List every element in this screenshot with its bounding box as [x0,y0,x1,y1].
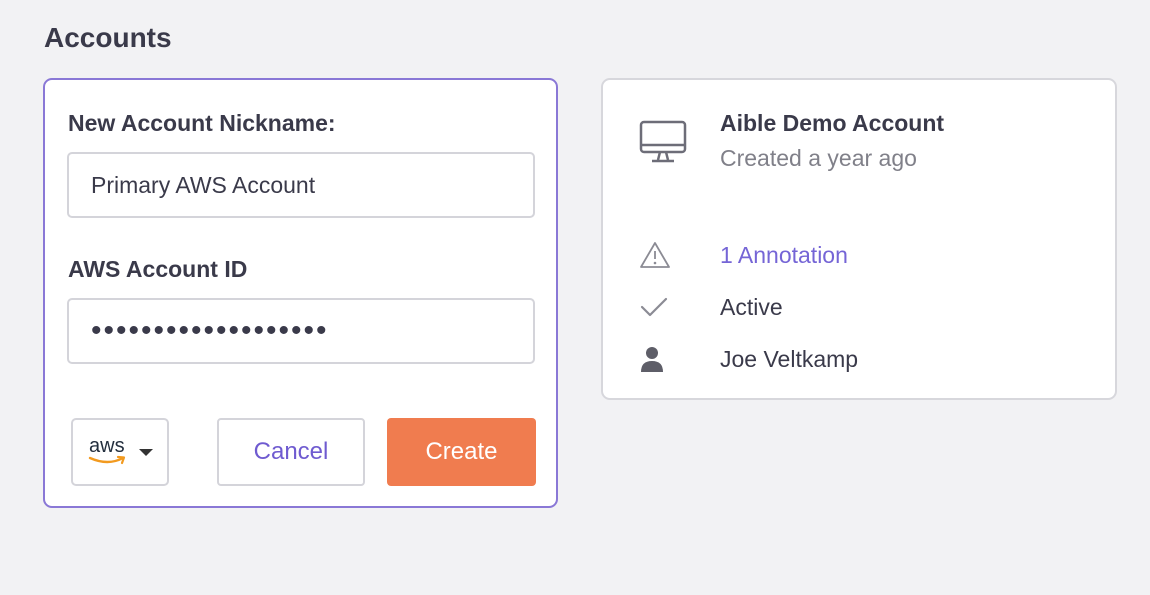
status-text: Active [720,293,783,320]
warning-icon [639,241,683,269]
owner-row: Joe Veltkamp [639,344,858,374]
nickname-input[interactable] [67,152,535,218]
account-created: Created a year ago [720,145,917,171]
account-name: Aible Demo Account [720,110,945,136]
cancel-button[interactable]: Cancel [217,418,365,486]
annotation-row: 1 Annotation [639,240,848,270]
account-id-label: AWS Account ID [68,256,248,282]
aws-logo-icon: aws [87,435,131,469]
new-account-form: New Account Nickname: AWS Account ID aws… [43,78,558,508]
user-icon [639,345,683,373]
nickname-label: New Account Nickname: [68,110,336,136]
provider-select[interactable]: aws [71,418,169,486]
status-row: Active [639,292,783,322]
owner-name: Joe Veltkamp [720,345,859,372]
chevron-down-icon [139,448,153,456]
monitor-icon [639,120,687,169]
annotation-link[interactable]: 1 Annotation [720,242,848,269]
create-button[interactable]: Create [387,418,536,486]
check-icon [639,296,683,318]
account-id-input[interactable] [67,298,535,364]
account-card[interactable]: Aible Demo Account Created a year ago 1 … [601,78,1117,400]
page-title: Accounts [44,22,172,53]
